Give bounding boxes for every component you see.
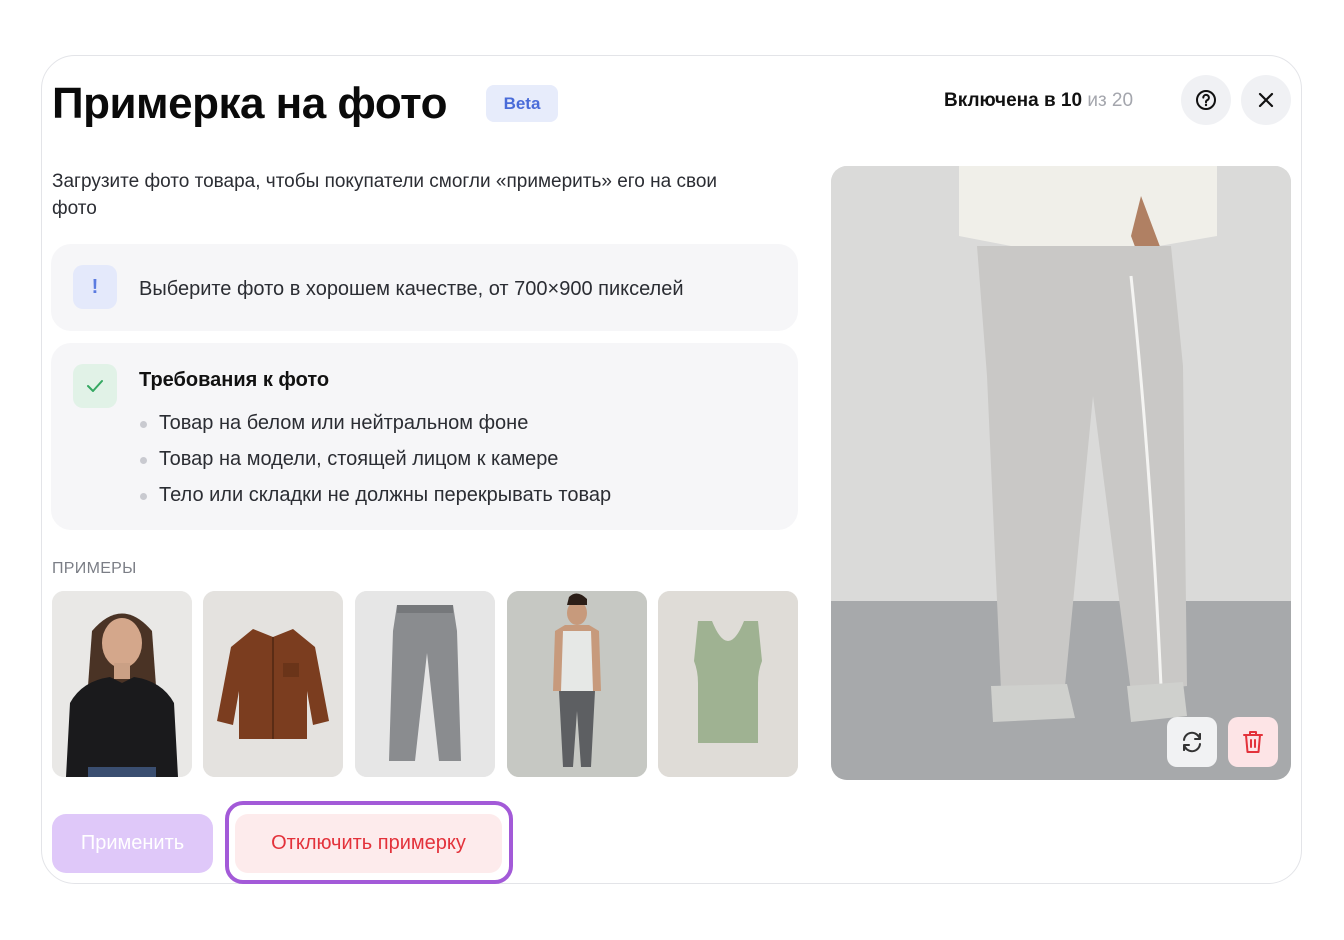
requirement-item: Тело или складки не должны перекрывать т…	[139, 477, 611, 513]
beta-badge: Beta	[486, 85, 558, 122]
example-thumb-jeans[interactable]	[355, 591, 495, 777]
example-thumb-woman-tshirt[interactable]	[52, 591, 192, 777]
uploaded-product-photo	[831, 166, 1291, 780]
example-thumb-jacket[interactable]	[203, 591, 343, 777]
apply-button[interactable]: Применить	[52, 814, 213, 873]
close-icon	[1258, 92, 1274, 108]
usage-total: из 20	[1087, 90, 1134, 111]
green-top-photo	[658, 591, 798, 777]
woman-black-tshirt-photo	[52, 591, 192, 777]
quality-notice: ! Выберите фото в хорошем качестве, от 7…	[51, 244, 798, 331]
help-button[interactable]	[1181, 75, 1231, 125]
check-icon	[73, 364, 117, 408]
requirements-title: Требования к фото	[139, 369, 330, 391]
replace-photo-button[interactable]	[1167, 717, 1217, 767]
close-button[interactable]	[1241, 75, 1291, 125]
requirement-item: Товар на белом или нейтральном фоне	[139, 405, 611, 441]
grey-jeans-photo	[355, 591, 495, 777]
example-thumb-man[interactable]	[507, 591, 647, 777]
requirement-item: Товар на модели, стоящей лицом к камере	[139, 441, 611, 477]
requirements-list: Товар на белом или нейтральном фоне Това…	[139, 405, 611, 513]
examples-label: ПРИМЕРЫ	[52, 560, 137, 577]
example-thumb-top[interactable]	[658, 591, 798, 777]
man-tank-top-photo	[507, 591, 647, 777]
notice-text: Выберите фото в хорошем качестве, от 700…	[139, 278, 684, 300]
trash-icon	[1243, 731, 1263, 753]
help-icon	[1196, 90, 1216, 110]
info-icon: !	[73, 265, 117, 309]
usage-current: Включена в 10	[944, 90, 1083, 111]
modal-title: Примерка на фото	[52, 79, 447, 128]
delete-photo-button[interactable]	[1228, 717, 1278, 767]
grey-pants-photo	[831, 166, 1291, 780]
modal-subtitle: Загрузите фото товара, чтобы покупатели …	[52, 171, 718, 219]
usage-counter: Включена в 10 из 20	[944, 89, 1133, 113]
disable-try-on-button[interactable]: Отключить примерку	[235, 814, 502, 873]
brown-jacket-photo	[203, 591, 343, 777]
refresh-icon	[1183, 731, 1201, 753]
requirements-card: Требования к фото Товар на белом или ней…	[51, 343, 798, 530]
